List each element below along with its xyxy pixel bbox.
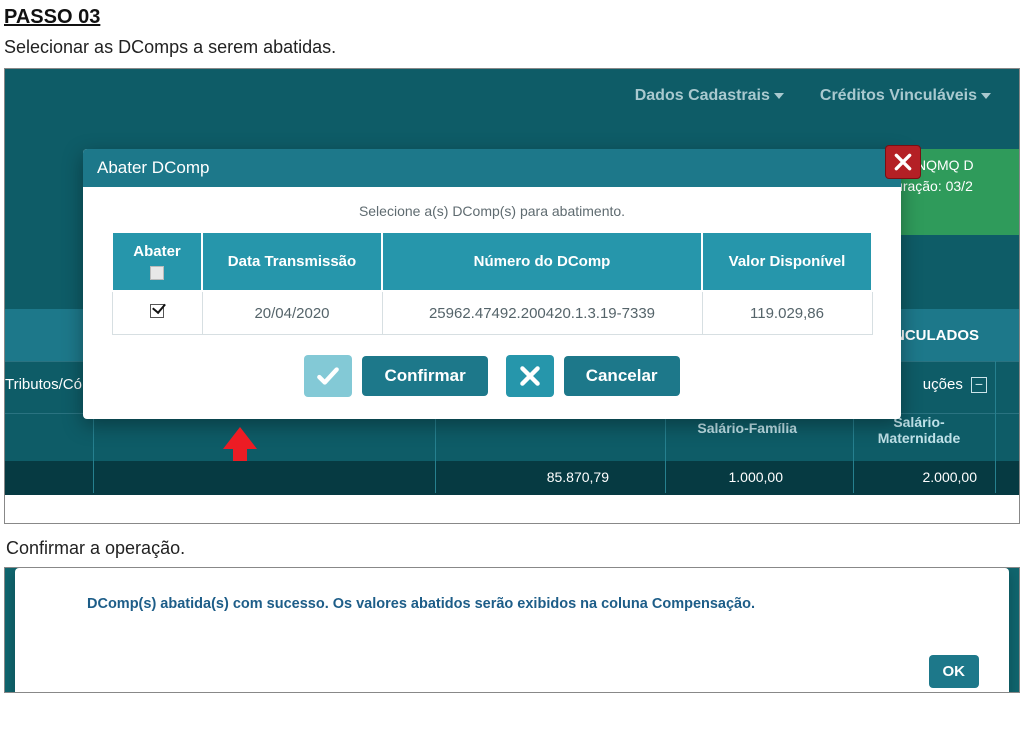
modal-title: Abater DComp xyxy=(97,158,209,178)
cancel-button[interactable]: Cancelar xyxy=(564,356,680,396)
modal-close-button[interactable] xyxy=(885,145,921,179)
check-icon xyxy=(315,363,341,389)
col-label: Abater xyxy=(133,243,181,260)
top-menu: Dados Cadastrais Créditos Vinculáveis xyxy=(5,69,1019,123)
modal-abater-dcomp: Abater DComp Selecione a(s) DComp(s) par… xyxy=(83,149,901,419)
close-icon xyxy=(517,363,543,389)
bg-value: 85.870,79 xyxy=(547,469,609,485)
collapse-icon[interactable]: − xyxy=(971,377,987,393)
step-instruction-1: Selecionar as DComps a serem abatidas. xyxy=(4,37,1020,58)
modal-subtitle: Selecione a(s) DComp(s) para abatimento. xyxy=(111,203,873,219)
col-abater: Abater xyxy=(112,232,202,291)
confirm-button[interactable]: Confirmar xyxy=(362,356,487,396)
alert-message: DComp(s) abatida(s) com sucesso. Os valo… xyxy=(87,596,969,612)
row-checkbox[interactable] xyxy=(150,304,164,318)
cell-data: 20/04/2020 xyxy=(202,291,382,335)
chevron-down-icon xyxy=(774,93,784,99)
close-icon xyxy=(893,152,913,172)
chevron-down-icon xyxy=(981,93,991,99)
col-numero: Número do DComp xyxy=(382,232,702,291)
step-title: PASSO 03 xyxy=(4,6,1020,29)
bg-value: 1.000,00 xyxy=(729,469,784,485)
app-panel: Dados Cadastrais Créditos Vinculáveis X … xyxy=(4,68,1020,524)
bg-col-tributos: Tributos/Có xyxy=(5,376,82,393)
dcomp-table: Abater Data Transmissão Número do DComp … xyxy=(111,231,873,335)
bg-blank xyxy=(5,495,1019,524)
ok-button[interactable]: OK xyxy=(929,655,980,688)
bg-col-deducoes: uções xyxy=(923,376,963,393)
modal-actions: Confirmar Cancelar xyxy=(111,355,873,397)
col-data: Data Transmissão xyxy=(202,232,382,291)
menu-label: Dados Cadastrais xyxy=(635,87,770,105)
menu-dados-cadastrais[interactable]: Dados Cadastrais xyxy=(635,87,784,105)
cancel-icon-button[interactable] xyxy=(506,355,554,397)
menu-label: Créditos Vinculáveis xyxy=(820,87,977,105)
menu-creditos-vinculaveis[interactable]: Créditos Vinculáveis xyxy=(820,87,991,105)
cell-numero: 25962.47492.200420.1.3.19-7339 xyxy=(382,291,702,335)
success-alert: DComp(s) abatida(s) com sucesso. Os valo… xyxy=(15,568,1009,693)
bg-value: 2.000,00 xyxy=(923,469,978,485)
cell-valor: 119.029,86 xyxy=(702,291,872,335)
confirm-icon-button[interactable] xyxy=(304,355,352,397)
bg-data-row: 85.870,79 1.000,00 2.000,00 xyxy=(5,461,1019,495)
confirm-panel: DComp(s) abatida(s) com sucesso. Os valo… xyxy=(4,567,1020,693)
select-all-checkbox[interactable] xyxy=(150,266,164,280)
table-row: 20/04/2020 25962.47492.200420.1.3.19-733… xyxy=(112,291,872,335)
step-instruction-2: Confirmar a operação. xyxy=(6,538,1020,559)
col-valor: Valor Disponível xyxy=(702,232,872,291)
bg-col-salario-familia: Salário-Família xyxy=(697,420,797,436)
bg-row: Salário-Família Salário-Maternidade xyxy=(5,413,1019,461)
